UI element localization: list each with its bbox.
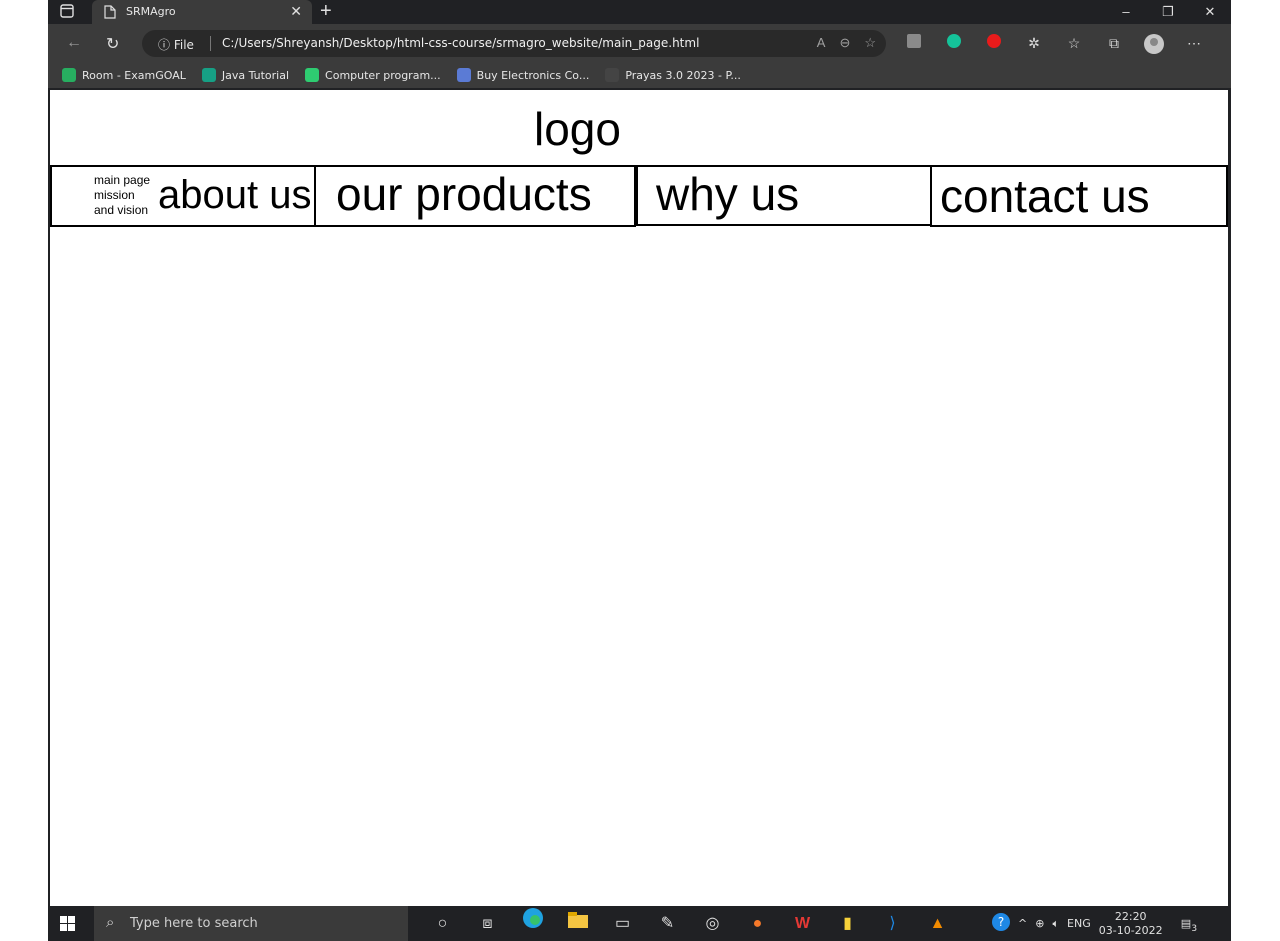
bookmark-label: Room - ExamGOAL — [82, 68, 186, 82]
language-indicator[interactable]: ENG — [1067, 917, 1091, 930]
nav-contact-us[interactable]: contact us — [930, 165, 1228, 227]
notification-icon[interactable]: ▤ 3 — [1181, 917, 1197, 934]
clock-date: 03-10-2022 — [1098, 923, 1163, 937]
task-view-icon[interactable]: ⧈ — [465, 906, 510, 941]
address-actions: A ⊖ ☆ — [817, 35, 876, 51]
bookmarks-bar: Room - ExamGOAL Java Tutorial Computer pro… — [48, 62, 1231, 88]
url-text[interactable]: C:/Users/Shreyansh/Desktop/html-css-cour… — [222, 36, 699, 50]
volume-icon[interactable]: 🔈︎ — [1052, 917, 1059, 931]
edge-icon[interactable] — [510, 906, 555, 941]
navigation-bar: ← ↻ ⓘ File C:/Users/Shreyansh/Desktop/ht… — [48, 24, 1231, 62]
network-icon[interactable]: ⊕ — [1035, 917, 1044, 930]
taskbar-search[interactable]: ⌕ Type here to search — [94, 906, 408, 941]
close-window-icon[interactable]: ✕ — [1189, 0, 1231, 24]
search-placeholder: Type here to search — [130, 916, 258, 931]
vlc-icon[interactable]: ▲ — [915, 906, 960, 941]
more-menu-icon[interactable]: ⋯ — [1184, 34, 1204, 52]
bookmark-label: Java Tutorial — [221, 68, 290, 82]
clock-time: 22:20 — [1114, 909, 1147, 923]
chevron-up-icon[interactable]: ^ — [1018, 917, 1027, 930]
window-controls: – ❐ ✕ — [1105, 0, 1231, 24]
refresh-icon[interactable]: ↻ — [106, 34, 119, 54]
sticky-notes-icon[interactable]: ▮ — [825, 906, 870, 941]
toolbar: ✲ ☆ ⧉ ⋯ — [904, 34, 1204, 54]
logo: logo — [534, 103, 621, 155]
site-info[interactable]: ⓘ File — [158, 36, 194, 53]
browser-window: SRMAgro ✕ + – ❐ ✕ ← ↻ ⓘ File C:/Users/Sh… — [48, 0, 1231, 941]
read-aloud-icon[interactable]: A — [817, 35, 826, 51]
zoom-out-icon[interactable]: ⊖ — [839, 35, 850, 51]
bookmark-favicon-icon — [605, 68, 620, 82]
adblock-icon[interactable] — [984, 34, 1004, 52]
back-arrow-icon[interactable]: ← — [66, 34, 82, 52]
about-sub-main-page[interactable]: main page — [94, 173, 150, 188]
taskbar-apps: ○ ⧈ ▭ ✎ ◎ ● W ▮ ⟩ ▲ — [420, 906, 960, 941]
minimize-icon[interactable]: – — [1105, 0, 1147, 24]
bookmark-favicon-icon — [305, 68, 320, 82]
grammarly-icon[interactable] — [944, 34, 964, 52]
about-sub-mission[interactable]: mission — [94, 188, 150, 203]
close-tab-icon[interactable]: ✕ — [290, 3, 302, 20]
restore-icon[interactable]: ❐ — [1147, 0, 1189, 24]
bookmark-favicon-icon — [62, 68, 76, 82]
vscode-icon[interactable]: ⟩ — [870, 906, 915, 941]
tab-title: SRMAgro — [126, 5, 176, 18]
help-icon[interactable]: ? — [992, 913, 1010, 934]
page-icon — [104, 5, 116, 24]
bookmark-favicon-icon — [201, 68, 216, 82]
extensions-icon[interactable]: ✲ — [1024, 34, 1044, 52]
bookmark-item[interactable]: Prayas 3.0 2023 - P... — [605, 68, 741, 82]
svg-text:?: ? — [998, 915, 1004, 929]
browser-tab[interactable]: SRMAgro ✕ — [92, 0, 312, 24]
about-sub-links: main page mission and vision — [94, 173, 150, 218]
search-icon: ⌕ — [106, 914, 115, 931]
nav-our-products[interactable]: our products — [314, 165, 636, 227]
nav-about-us[interactable]: main page mission and vision about us — [50, 165, 316, 227]
bookmark-favicon-icon — [456, 68, 471, 82]
title-bar: SRMAgro ✕ + – ❐ ✕ — [48, 0, 1231, 24]
about-sub-vision[interactable]: and vision — [94, 203, 150, 218]
scheme-label: File — [173, 38, 194, 52]
terminal-icon[interactable]: ▭ — [600, 906, 645, 941]
bookmark-label: Prayas 3.0 2023 - P... — [625, 68, 741, 82]
address-bar[interactable]: ⓘ File C:/Users/Shreyansh/Desktop/html-c… — [142, 30, 886, 57]
favorites-icon[interactable]: ☆ — [1064, 34, 1084, 52]
wps-office-icon[interactable]: W — [780, 906, 825, 941]
extension-r-icon[interactable] — [904, 34, 924, 52]
new-tab-button[interactable]: + — [320, 0, 332, 22]
page-viewport: logo main page mission and vision about … — [50, 90, 1228, 906]
taskbar: ⌕ Type here to search ○ ⧈ ▭ ✎ ◎ ● W ▮ ⟩ … — [48, 906, 1231, 941]
bookmark-item[interactable]: Room - ExamGOAL — [62, 68, 186, 82]
add-favorite-icon[interactable]: ☆ — [864, 35, 876, 51]
blender-icon[interactable]: ● — [735, 906, 780, 941]
windows-start-icon[interactable] — [60, 916, 75, 936]
contact-us-label[interactable]: contact us — [940, 169, 1150, 223]
system-tray: ? ^ ⊕ 🔈︎ ENG 22:20 03-10-2022 ▤ 3 — [992, 906, 1197, 941]
collections-icon[interactable]: ⧉ — [1104, 34, 1124, 52]
tab-actions-icon[interactable] — [60, 4, 74, 23]
bookmark-item[interactable]: Buy Electronics Co... — [456, 68, 590, 82]
bookmark-label: Computer program... — [325, 68, 441, 82]
profile-avatar[interactable] — [1144, 34, 1164, 54]
bookmark-label: Buy Electronics Co... — [476, 68, 590, 82]
file-explorer-icon[interactable] — [555, 906, 600, 941]
nav-why-us[interactable]: why us — [636, 165, 932, 226]
clock[interactable]: 22:20 03-10-2022 — [1099, 910, 1163, 938]
obs-icon[interactable]: ◎ — [690, 906, 735, 941]
pencil-app-icon[interactable]: ✎ — [645, 906, 690, 941]
our-products-label[interactable]: our products — [336, 167, 592, 221]
bookmark-item[interactable]: Java Tutorial — [201, 68, 290, 82]
site-nav: main page mission and vision about us ou… — [50, 165, 1228, 227]
why-us-label[interactable]: why us — [656, 167, 799, 221]
cortana-icon[interactable]: ○ — [420, 906, 465, 941]
bookmark-item[interactable]: Computer program... — [305, 68, 441, 82]
about-us-label[interactable]: about us — [158, 173, 311, 218]
notification-count: 3 — [1191, 924, 1198, 934]
address-divider — [210, 36, 211, 51]
